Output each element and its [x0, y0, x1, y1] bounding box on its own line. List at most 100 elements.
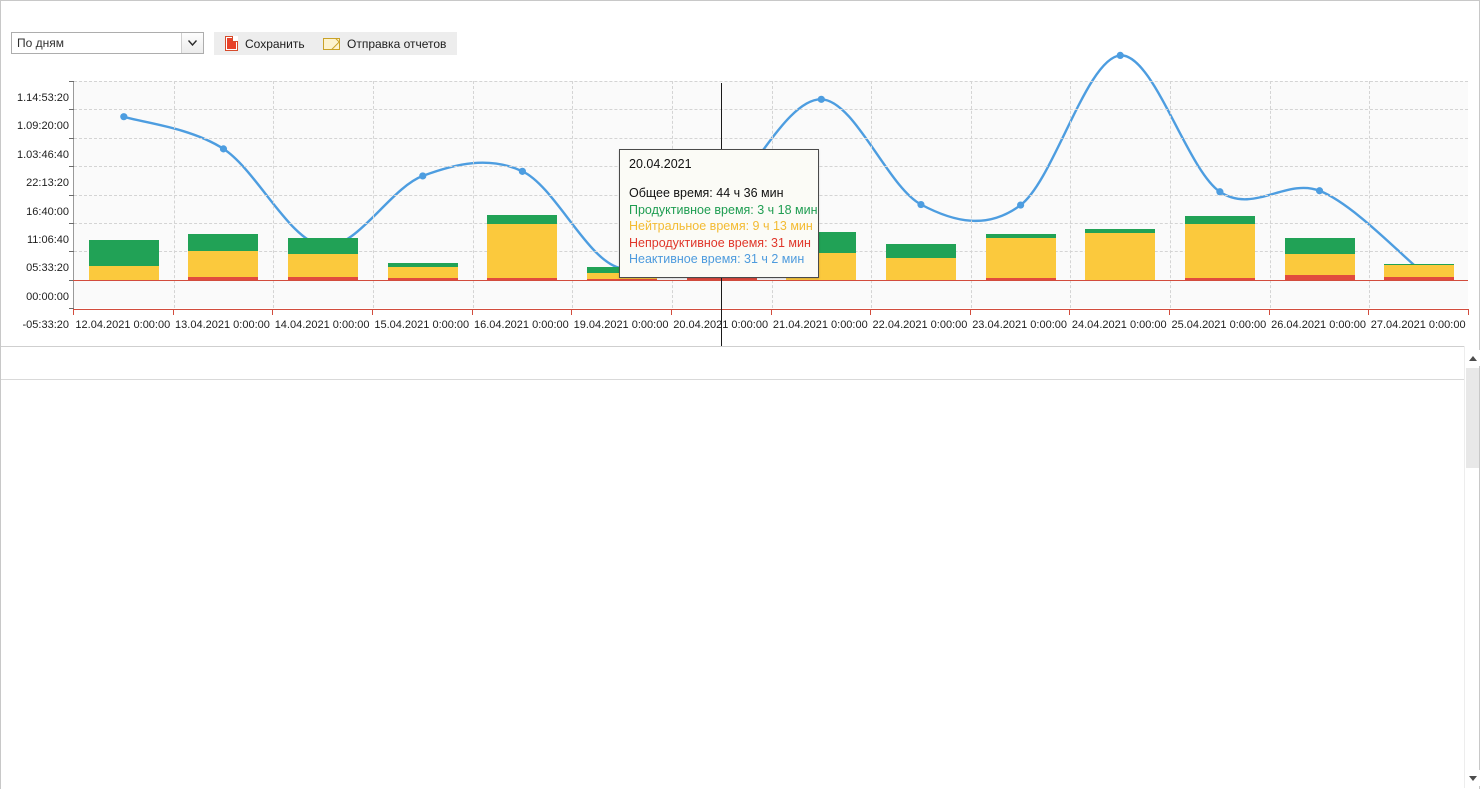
chart-x-tick-label: 13.04.2021 0:00:00 [175, 319, 270, 331]
chart-bar[interactable] [89, 240, 159, 280]
scrollbar-thumb[interactable] [1466, 368, 1479, 468]
chart-y-tick-label: -05:33:20 [23, 319, 69, 331]
chart-bar[interactable] [1085, 229, 1155, 280]
chart-bar[interactable] [487, 215, 557, 279]
chart-y-tick [69, 81, 74, 82]
chart-gridline-v [1170, 81, 1171, 308]
chart-x-tick [372, 310, 373, 315]
chart-bar[interactable] [388, 263, 458, 280]
scroll-down-button[interactable] [1465, 770, 1480, 786]
chart-gridline-v [1369, 81, 1370, 308]
vertical-scrollbar[interactable] [1464, 346, 1479, 788]
tooltip-row: Общее время: 44 ч 36 мин [629, 185, 809, 202]
chart-bar[interactable] [1185, 216, 1255, 280]
caret-up-icon [1469, 356, 1477, 361]
chart-y-tick [69, 138, 74, 139]
save-button[interactable]: Сохранить [214, 32, 316, 55]
chart-x-tick-label: 15.04.2021 0:00:00 [374, 319, 469, 331]
period-select-value: По дням [12, 36, 181, 50]
chart-bar-segment-neu [986, 238, 1056, 277]
chart-y-axis: 1.14:53:20 1.09:20:00 1.03:46:40 22:13:20 16… [1, 81, 69, 327]
chart-bar-segment-neu [388, 267, 458, 277]
chart-y-tick [69, 251, 74, 252]
chart-gridline-v [174, 81, 175, 308]
envelope-icon [323, 38, 340, 50]
chart-x-tick [1368, 310, 1369, 315]
chart-y-tick-label: 22:13:20 [26, 177, 69, 189]
chart-bar-segment-neu [886, 258, 956, 280]
chart-gridline-v [273, 81, 274, 308]
chart-bar-segment-neu [188, 251, 258, 277]
chart-bar-segment-neu [89, 266, 159, 279]
grid-header-row [1, 347, 1479, 380]
chart-x-tick-label: 25.04.2021 0:00:00 [1171, 319, 1266, 331]
toolbar: По дням Сохранить Отправка отчетов [1, 1, 1479, 64]
chart-bar-segment-prod [1185, 216, 1255, 224]
chart-bar[interactable] [986, 234, 1056, 279]
chart-y-tick-label: 00:00:00 [26, 291, 69, 303]
chart-x-tick [870, 310, 871, 315]
time-chart[interactable]: 1.14:53:20 1.09:20:00 1.03:46:40 22:13:20 16… [1, 64, 1479, 346]
chart-x-tick [1069, 310, 1070, 315]
chart-bar-segment-neu [288, 254, 358, 277]
chart-bar[interactable] [886, 244, 956, 280]
chevron-down-icon[interactable] [181, 33, 203, 53]
chart-x-tick-label: 22.04.2021 0:00:00 [873, 319, 968, 331]
chart-y-tick [69, 223, 74, 224]
chart-bar-segment-prod [1285, 238, 1355, 254]
chart-y-tick-label: 1.03:46:40 [17, 149, 69, 161]
tooltip-rows: Общее время: 44 ч 36 минПродуктивное вре… [629, 185, 809, 268]
chart-x-tick-label: 24.04.2021 0:00:00 [1072, 319, 1167, 331]
chart-x-tick-label: 26.04.2021 0:00:00 [1271, 319, 1366, 331]
chart-x-tick [272, 310, 273, 315]
tooltip-row: Нейтральное время: 9 ч 13 мин [629, 218, 809, 235]
tooltip-row: Неактивное время: 31 ч 2 мин [629, 251, 809, 268]
period-select[interactable]: По дням [11, 32, 204, 54]
chart-bar-segment-prod [288, 238, 358, 254]
chart-y-tick-label: 11:06:40 [27, 234, 69, 246]
chart-bar-segment-neu [487, 224, 557, 278]
chart-gridline-v [971, 81, 972, 308]
chart-x-tick-label: 12.04.2021 0:00:00 [75, 319, 170, 331]
chart-y-tick [69, 195, 74, 196]
chart-x-tick-label: 21.04.2021 0:00:00 [773, 319, 868, 331]
send-reports-button-label: Отправка отчетов [347, 37, 446, 51]
chart-x-tick [970, 310, 971, 315]
chart-bar[interactable] [1285, 238, 1355, 280]
tooltip-row: Продуктивное время: 3 ч 18 мин [629, 202, 809, 219]
chart-x-tick [1269, 310, 1270, 315]
chart-gridline-v [871, 81, 872, 308]
chart-x-tick-label: 19.04.2021 0:00:00 [574, 319, 669, 331]
chart-bar-segment-neu [1185, 224, 1255, 278]
report-window: По дням Сохранить Отправка отчетов 1.14:… [0, 0, 1480, 789]
chart-x-tick [73, 310, 74, 315]
chart-x-tick-label: 16.04.2021 0:00:00 [474, 319, 569, 331]
chart-bar[interactable] [1384, 264, 1454, 279]
chart-y-tick-label: 1.09:20:00 [17, 120, 69, 132]
chart-gridline-v [373, 81, 374, 308]
chart-bar-segment-prod [487, 215, 557, 224]
pdf-icon [225, 36, 238, 51]
grid-body[interactable] [1, 381, 1465, 789]
chart-bar-segment-neu [1384, 265, 1454, 278]
chart-bar-segment-neu [1285, 254, 1355, 275]
chart-x-tick-label: 14.04.2021 0:00:00 [275, 319, 370, 331]
scroll-up-button[interactable] [1465, 350, 1480, 366]
chart-bar-segment-prod [89, 240, 159, 266]
chart-x-tick [472, 310, 473, 315]
send-reports-button[interactable]: Отправка отчетов [312, 32, 457, 55]
chart-bar[interactable] [188, 234, 258, 279]
chart-y-tick-label: 16:40:00 [26, 206, 69, 218]
chart-zero-baseline [73, 280, 1468, 281]
chart-y-tick [69, 109, 74, 110]
chart-bar-segment-prod [886, 244, 956, 258]
chart-tooltip: 20.04.2021 Общее время: 44 ч 36 минПроду… [619, 149, 819, 278]
chart-bar-segment-prod [188, 234, 258, 251]
chart-bar-segment-neu [1085, 233, 1155, 279]
chart-y-tick-label: 1.14:53:20 [17, 92, 69, 104]
chart-gridline-v [572, 81, 573, 308]
chart-bar[interactable] [288, 238, 358, 280]
chart-x-tick [1468, 310, 1469, 315]
chart-x-tick-label: 27.04.2021 0:00:00 [1371, 319, 1466, 331]
data-grid[interactable] [1, 346, 1479, 789]
